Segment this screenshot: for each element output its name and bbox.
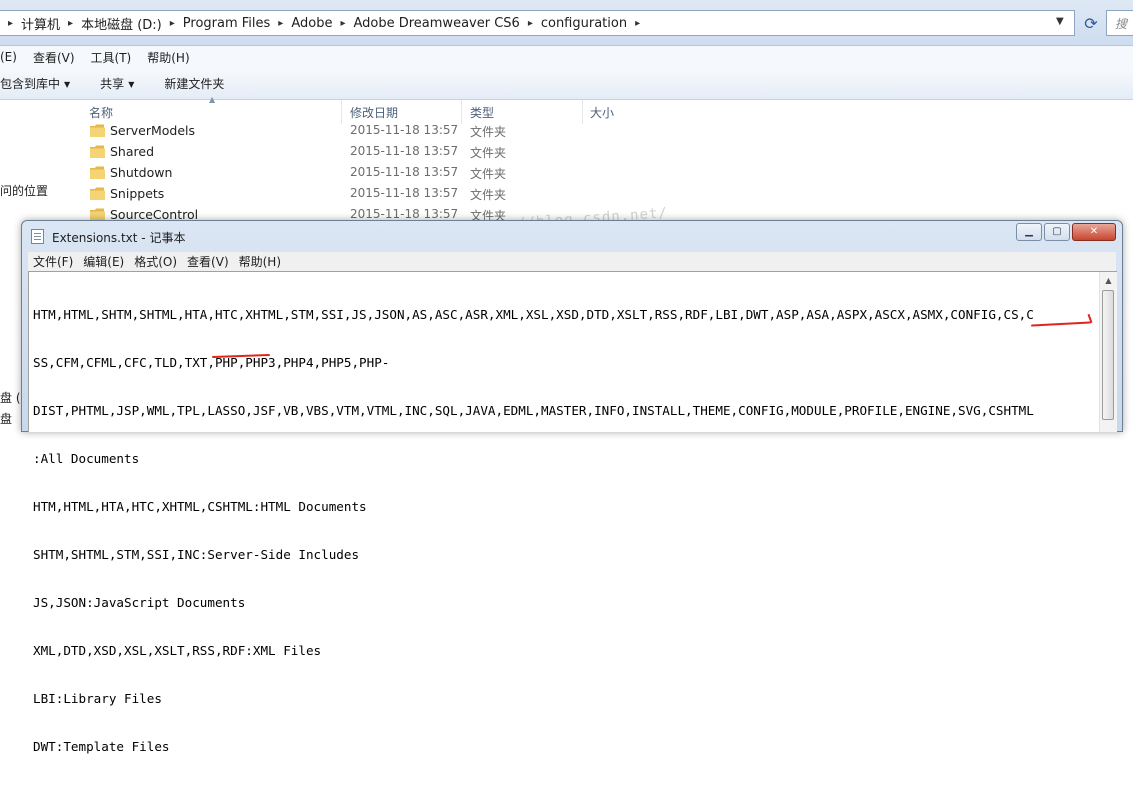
file-name: Shared [110, 144, 155, 159]
file-type: 文件夹 [470, 188, 507, 202]
refresh-icon[interactable]: ⟳ [1080, 13, 1102, 35]
menu-format[interactable]: 格式(O) [129, 253, 182, 270]
menu-file[interactable]: 文件(F) [28, 253, 78, 270]
address-bar[interactable]: ▸ 计算机 ▸ 本地磁盘 (D:) ▸ Program Files ▸ Adob… [0, 10, 1075, 36]
menu-edit[interactable]: 编辑(E) [78, 253, 129, 270]
maximize-icon[interactable]: ▢ [1044, 223, 1070, 241]
text-content: HTM,HTML,SHTM,SHTML,HTA,HTC,XHTML,STM,SS… [33, 275, 1095, 787]
text-line: SHTM,SHTML,STM,SSI,INC:Server-Side Inclu… [33, 547, 360, 562]
file-name: Snippets [110, 186, 165, 201]
search-input[interactable]: 搜 [1106, 10, 1133, 36]
folder-icon [90, 124, 105, 137]
scroll-up-icon[interactable]: ▲ [1100, 272, 1117, 289]
scrollbar-thumb[interactable] [1102, 290, 1114, 420]
folder-icon [90, 166, 105, 179]
breadcrumb-drive-d[interactable]: 本地磁盘 (D:) [77, 14, 166, 33]
menu-help[interactable]: 帮助(H) [139, 49, 197, 66]
menu-edit[interactable]: (E) [0, 50, 25, 64]
breadcrumb-computer[interactable]: 计算机 [17, 14, 64, 33]
file-type: 文件夹 [470, 146, 507, 160]
file-date: 2015-11-18 13:57 [350, 123, 459, 137]
window-controls: ▁ ▢ ✕ [1016, 223, 1116, 241]
text-line: HTM,HTML,HTA,HTC,XHTML,CSHTML:HTML Docum… [33, 499, 367, 514]
breadcrumb-program-files[interactable]: Program Files [179, 16, 275, 31]
file-row[interactable]: Shutdown 2015-11-18 13:57 文件夹 [88, 163, 708, 184]
file-name: Shutdown [110, 165, 173, 180]
breadcrumb-configuration[interactable]: configuration [537, 16, 631, 31]
file-type: 文件夹 [470, 125, 507, 139]
breadcrumb-separator-icon[interactable]: ▸ [631, 18, 644, 29]
notepad-window: Extensions.txt - 记事本 ▁ ▢ ✕ 文件(F) 编辑(E) 格… [21, 220, 1123, 754]
breadcrumb-separator-icon[interactable]: ▸ [524, 18, 537, 29]
breadcrumb: ▸ 计算机 ▸ 本地磁盘 (D:) ▸ Program Files ▸ Adob… [4, 11, 644, 35]
breadcrumb-separator-icon[interactable]: ▸ [4, 18, 17, 29]
file-date: 2015-11-18 13:57 [350, 144, 459, 158]
search-placeholder: 搜 [1115, 17, 1128, 31]
notepad-text-area[interactable]: HTM,HTML,SHTM,SHTML,HTA,HTC,XHTML,STM,SS… [28, 271, 1117, 754]
folder-icon [90, 187, 105, 200]
menu-tools[interactable]: 工具(T) [83, 49, 140, 66]
share-label: 共享 [100, 77, 125, 91]
breadcrumb-dreamweaver[interactable]: Adobe Dreamweaver CS6 [349, 16, 523, 31]
text-line: JS,JSON:JavaScript Documents [33, 595, 246, 610]
text-line: XML,DTD,XSD,XSL,XSLT,RSS,RDF:XML Files [33, 643, 322, 658]
menu-view[interactable]: 查看(V) [25, 49, 83, 66]
include-in-library-label: 包含到库中 [0, 77, 61, 91]
notepad-title: Extensions.txt - 记事本 [52, 231, 186, 245]
text-line: DWT:Template Files [33, 739, 170, 754]
notepad-menubar: 文件(F) 编辑(E) 格式(O) 查看(V) 帮助(H) [28, 252, 1116, 272]
file-date: 2015-11-18 13:57 [350, 165, 459, 179]
text-line: HTM,HTML,SHTM,SHTML,HTA,HTC,XHTML,STM,SS… [33, 307, 1034, 322]
explorer-menubar: (E) 查看(V) 工具(T) 帮助(H) [0, 46, 1133, 68]
chevron-down-icon: ▼ [64, 80, 71, 89]
include-in-library-button[interactable]: 包含到库中 ▼ [0, 75, 70, 92]
file-row[interactable]: Shared 2015-11-18 13:57 文件夹 [88, 142, 708, 163]
breadcrumb-separator-icon[interactable]: ▸ [64, 18, 77, 29]
file-row[interactable]: Snippets 2015-11-18 13:57 文件夹 [88, 184, 708, 205]
sort-ascending-icon: ▲ [209, 95, 216, 104]
address-bar-area: ▸ 计算机 ▸ 本地磁盘 (D:) ▸ Program Files ▸ Adob… [0, 0, 1133, 46]
file-date: 2015-11-18 13:57 [350, 207, 459, 221]
breadcrumb-separator-icon[interactable]: ▸ [274, 18, 287, 29]
menu-help[interactable]: 帮助(H) [234, 253, 286, 270]
text-line: DIST,PHTML,JSP,WML,TPL,LASSO,JSF,VB,VBS,… [33, 403, 1034, 418]
breadcrumb-separator-icon[interactable]: ▸ [336, 18, 349, 29]
text-line: SS,CFM,CFML,CFC,TLD,TXT,PHP,PHP3,PHP4,PH… [33, 355, 390, 370]
menu-view[interactable]: 查看(V) [182, 253, 234, 270]
chevron-down-icon: ▼ [128, 80, 135, 89]
file-date: 2015-11-18 13:57 [350, 186, 459, 200]
explorer-toolbar: 包含到库中 ▼ 共享 ▼ 新建文件夹 [0, 68, 1133, 100]
nav-item-drive-2[interactable]: 盘 [0, 410, 12, 427]
nav-item-recent-places[interactable]: 问的位置 [0, 182, 48, 199]
notepad-icon [31, 229, 44, 244]
text-line: LBI:Library Files [33, 691, 162, 706]
share-button[interactable]: 共享 ▼ [100, 75, 134, 92]
file-type: 文件夹 [470, 167, 507, 181]
address-dropdown-icon[interactable]: ▼ [1056, 16, 1064, 27]
file-row[interactable]: ServerModels 2015-11-18 13:57 文件夹 [88, 121, 708, 142]
vertical-scrollbar[interactable]: ▲ [1099, 272, 1117, 432]
breadcrumb-separator-icon[interactable]: ▸ [166, 18, 179, 29]
minimize-icon[interactable]: ▁ [1016, 223, 1042, 241]
file-name: ServerModels [110, 123, 196, 138]
new-folder-button[interactable]: 新建文件夹 [164, 75, 224, 92]
nav-item-drive[interactable]: 盘 ( [0, 389, 21, 406]
breadcrumb-adobe[interactable]: Adobe [287, 16, 336, 31]
text-line: :All Documents [33, 451, 140, 466]
close-icon[interactable]: ✕ [1072, 223, 1116, 241]
folder-icon [90, 145, 105, 158]
